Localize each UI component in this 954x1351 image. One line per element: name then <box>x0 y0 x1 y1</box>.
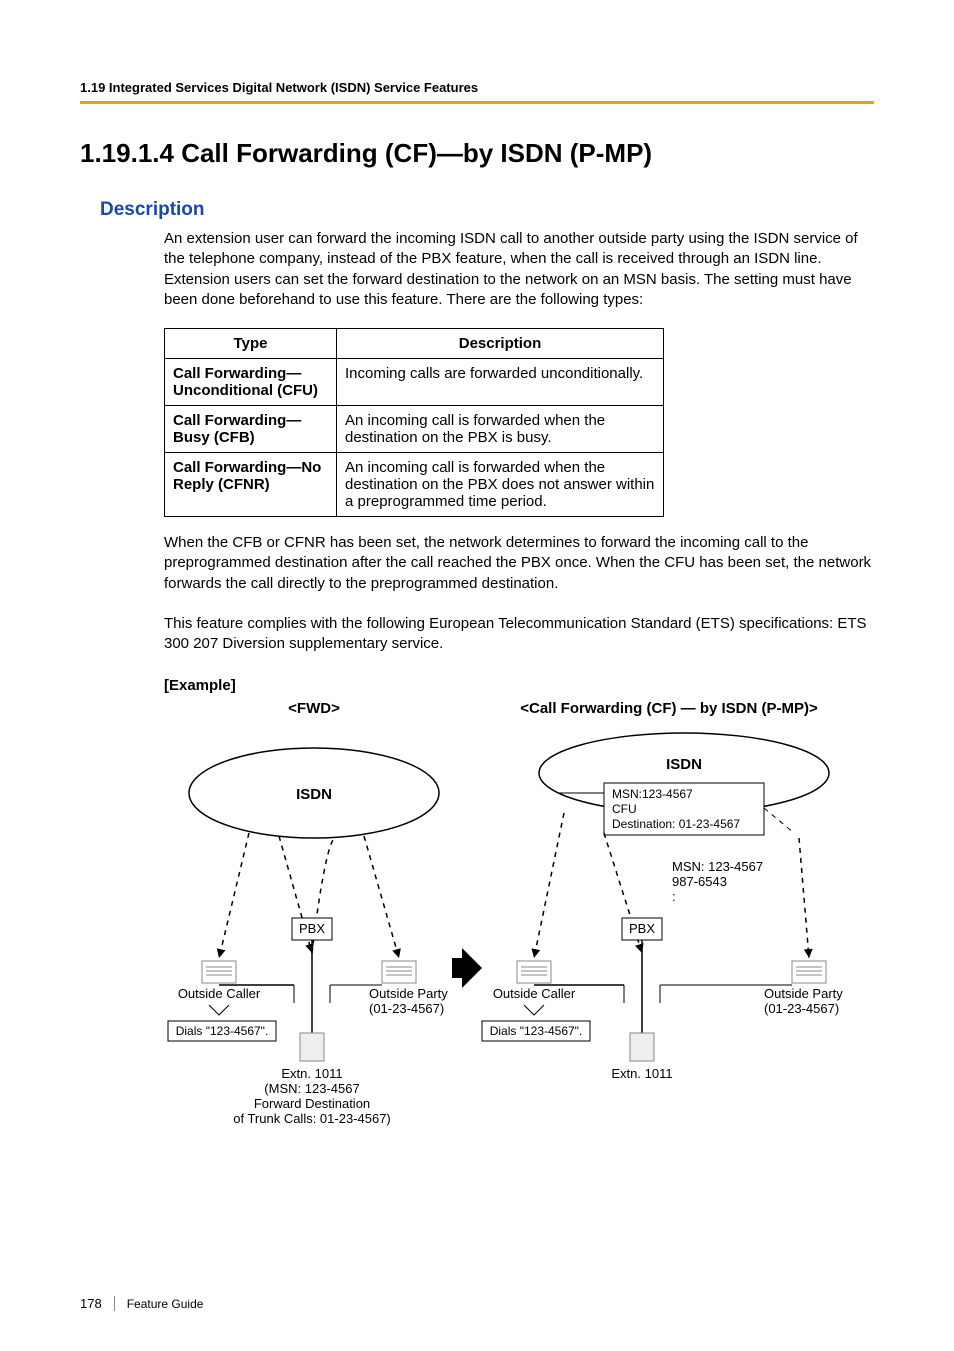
page-title: 1.19.1.4 Call Forwarding (CF)—by ISDN (P… <box>80 138 874 169</box>
pbx-right-label: PBX <box>629 921 655 936</box>
caller-left-label: Outside Caller <box>178 986 261 1001</box>
msn-list-2: 987-6543 <box>672 874 727 889</box>
msn-list-3: : <box>672 889 676 904</box>
table-cell-desc: An incoming call is forwarded when the d… <box>337 406 664 453</box>
caller-right-label: Outside Caller <box>493 986 576 1001</box>
note1: (MSN: 123-4567 <box>264 1081 359 1096</box>
party-left-num: (01-23-4567) <box>369 1001 444 1016</box>
msn-line1: MSN:123-4567 <box>612 787 693 801</box>
party-right-label: Outside Party <box>764 986 843 1001</box>
note3: of Trunk Calls: 01-23-4567) <box>233 1111 391 1126</box>
table-cell-desc: Incoming calls are forwarded uncondition… <box>337 359 664 406</box>
extn-right-label: Extn. 1011 <box>611 1066 672 1081</box>
paragraph: Extension users can set the forward dest… <box>164 270 874 311</box>
diagram-title-right: <Call Forwarding (CF) — by ISDN (P-MP)> <box>464 700 874 717</box>
page-footer: 178 Feature Guide <box>80 1296 203 1311</box>
pbx-left-label: PBX <box>299 921 325 936</box>
page-number: 178 <box>80 1296 115 1311</box>
table-cell-type: Call Forwarding—Busy (CFB) <box>165 406 337 453</box>
footer-guide-label: Feature Guide <box>127 1297 204 1311</box>
diagram-title-left: <FWD> <box>164 700 464 717</box>
extn-left-label: Extn. 1011 <box>281 1066 342 1081</box>
msn-line2: CFU <box>612 802 637 816</box>
example-label: [Example] <box>164 677 874 694</box>
cloud-left-label: ISDN <box>296 786 332 803</box>
table-header-desc: Description <box>337 329 664 359</box>
table-cell-desc: An incoming call is forwarded when the d… <box>337 453 664 517</box>
section-heading-description: Description <box>80 199 874 221</box>
table-header-type: Type <box>165 329 337 359</box>
msn-line3: Destination: 01-23-4567 <box>612 817 740 831</box>
diagram: ISDN Outside Caller Dials "123-4567". Ou… <box>164 723 874 1167</box>
party-left-label: Outside Party <box>369 986 448 1001</box>
paragraph: When the CFB or CFNR has been set, the n… <box>164 533 874 594</box>
paragraph: An extension user can forward the incomi… <box>164 229 874 270</box>
cloud-right-label: ISDN <box>666 756 702 773</box>
msn-list-1: MSN: 123-4567 <box>672 859 763 874</box>
table-row: Call Forwarding—Busy (CFB) An incoming c… <box>165 406 664 453</box>
party-right-num: (01-23-4567) <box>764 1001 839 1016</box>
table-row: Call Forwarding—Unconditional (CFU) Inco… <box>165 359 664 406</box>
running-header: 1.19 Integrated Services Digital Network… <box>80 80 874 104</box>
arrow-between-icon <box>452 948 482 988</box>
cf-types-table: Type Description Call Forwarding—Uncondi… <box>164 328 664 517</box>
table-row: Call Forwarding—No Reply (CFNR) An incom… <box>165 453 664 517</box>
dials-right-label: Dials "123-4567". <box>490 1024 583 1038</box>
table-cell-type: Call Forwarding—No Reply (CFNR) <box>165 453 337 517</box>
dials-left-label: Dials "123-4567". <box>176 1024 269 1038</box>
table-cell-type: Call Forwarding—Unconditional (CFU) <box>165 359 337 406</box>
paragraph: This feature complies with the following… <box>164 614 874 655</box>
note2: Forward Destination <box>254 1096 370 1111</box>
